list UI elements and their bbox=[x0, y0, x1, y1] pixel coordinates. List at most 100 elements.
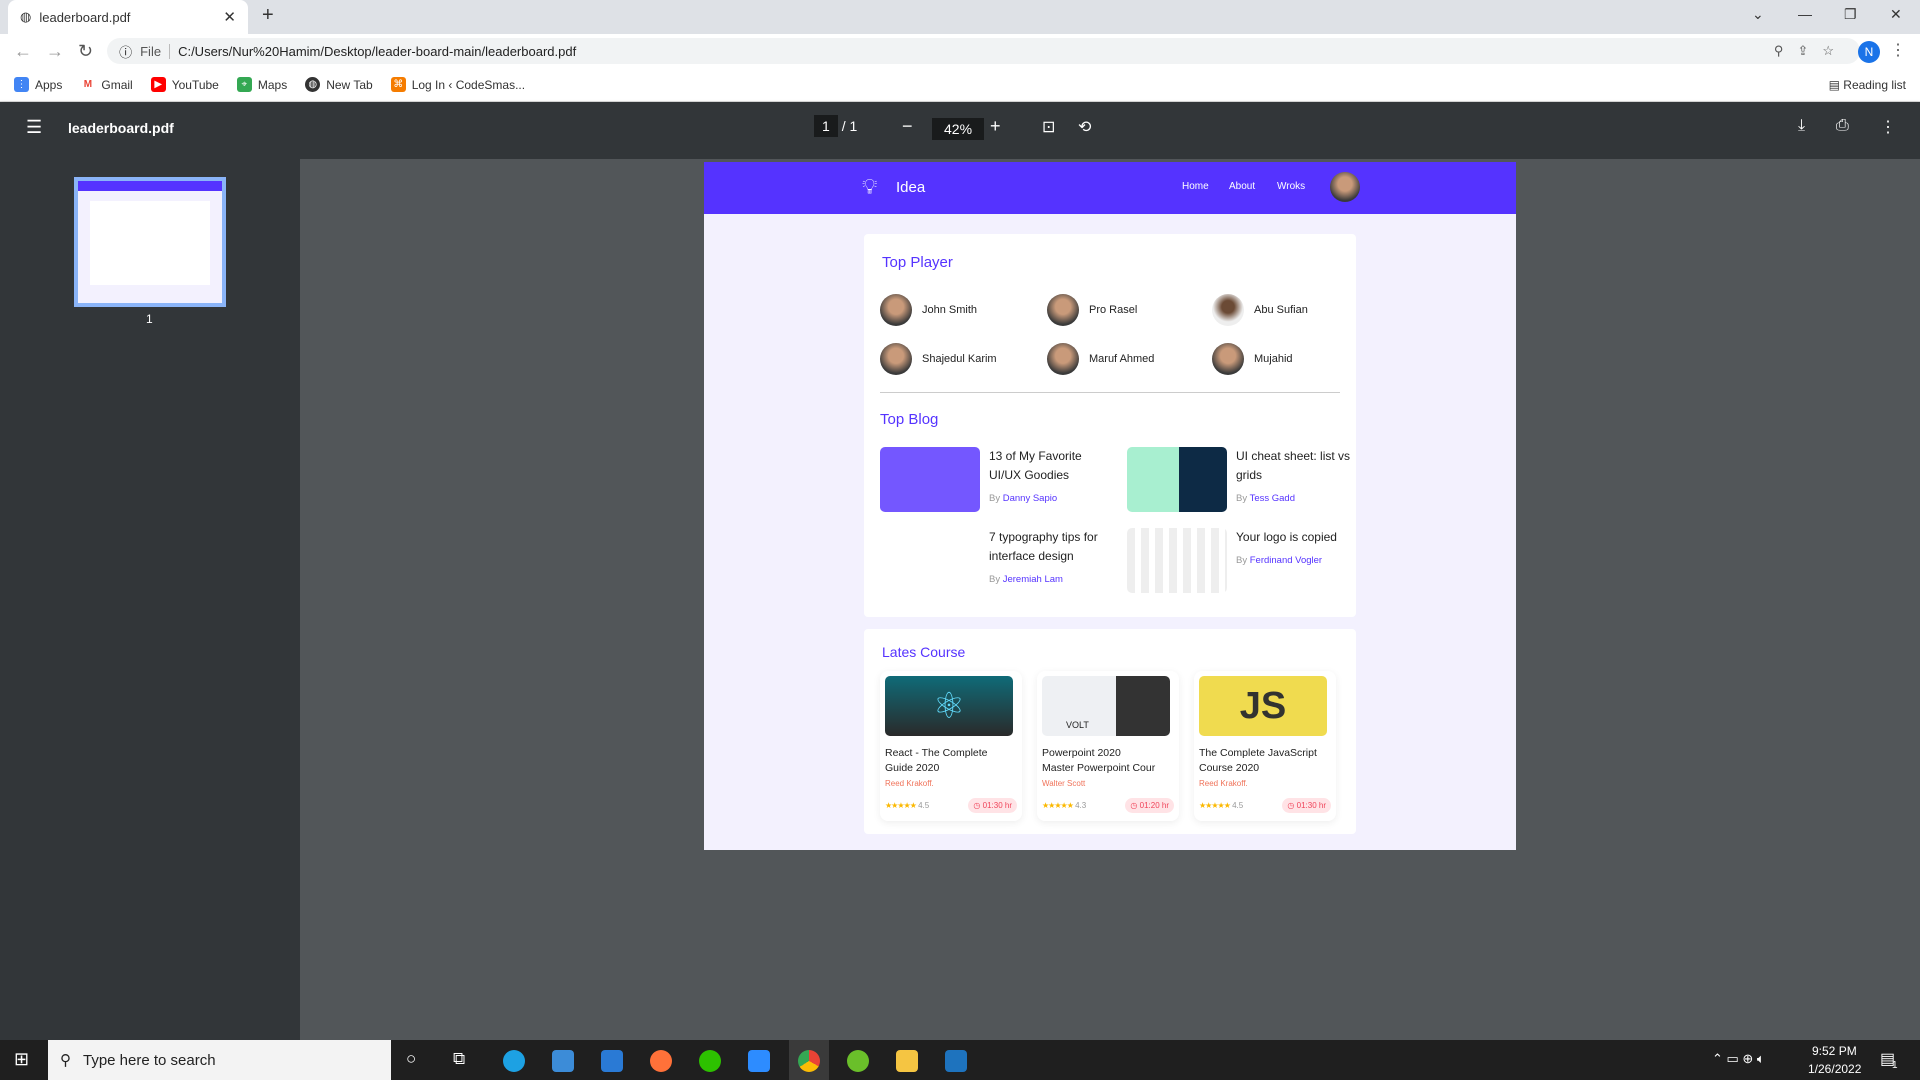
zoom-in-icon[interactable]: + bbox=[990, 116, 1001, 137]
browser-tab[interactable]: ◍ leaderboard.pdf ✕ bbox=[8, 0, 248, 34]
bookmark-maps[interactable]: ⌖ Maps bbox=[236, 77, 287, 92]
mail-icon[interactable] bbox=[601, 1050, 623, 1072]
player-avatar bbox=[1047, 343, 1079, 375]
blog-image bbox=[1127, 528, 1227, 593]
edge-icon[interactable] bbox=[503, 1050, 525, 1072]
course-card[interactable]: VOLT Powerpoint 2020 Master Powerpoint Cou… bbox=[1037, 671, 1179, 821]
taskbar-search[interactable]: ⚲ Type here to search bbox=[48, 1040, 391, 1080]
page-number-input[interactable]: 1 bbox=[814, 115, 838, 137]
star-rating: ★★★★★ bbox=[885, 801, 917, 810]
top-player-title: Top Player bbox=[882, 254, 953, 271]
print-icon[interactable]: ⎙ bbox=[1836, 117, 1849, 135]
rotate-icon[interactable]: ⟲ bbox=[1078, 117, 1091, 137]
fit-page-icon[interactable]: ⊡ bbox=[1042, 117, 1055, 137]
player-item[interactable]: Mujahid bbox=[1212, 343, 1293, 375]
player-item[interactable]: John Smith bbox=[880, 294, 977, 326]
search-icon: ⚲ bbox=[60, 1052, 71, 1069]
minimize-button[interactable]: — bbox=[1798, 6, 1812, 22]
duration-badge: ◷ 01:30 hr bbox=[1282, 798, 1331, 813]
utorrent-icon[interactable] bbox=[847, 1050, 869, 1072]
firefox-icon[interactable] bbox=[650, 1050, 672, 1072]
reading-list-button[interactable]: ▤ Reading list bbox=[1829, 78, 1906, 92]
pdf-page: 💡︎ Idea Home About Wroks Top Player John… bbox=[704, 162, 1516, 850]
globe-icon: ◍ bbox=[20, 9, 32, 24]
close-tab-icon[interactable]: ✕ bbox=[223, 8, 236, 26]
download-icon[interactable]: ⤓ bbox=[1798, 117, 1805, 135]
blog-item[interactable]: Your logo is copied By Ferdinand Vogler bbox=[1127, 528, 1354, 593]
star-rating: ★★★★★ bbox=[1199, 801, 1231, 810]
course-card[interactable]: ⚛ React - The Complete Guide 2020 Reed Krak… bbox=[880, 671, 1022, 821]
address-bar-row: ← → ↻ ⓘ File C:/Users/Nur%20Hamim/Desktop/… bbox=[0, 34, 1920, 68]
clock-time[interactable]: 9:52 PM bbox=[1812, 1044, 1857, 1058]
more-options-icon[interactable]: ⋮ bbox=[1880, 117, 1896, 137]
menu-icon[interactable]: ⋮ bbox=[1890, 40, 1906, 60]
store-icon[interactable] bbox=[552, 1050, 574, 1072]
nav-home[interactable]: Home bbox=[1182, 181, 1209, 192]
clock-icon: ◷ bbox=[973, 801, 981, 810]
tab-strip: ◍ leaderboard.pdf ✕ + ⌄ — ❐ ✕ bbox=[0, 0, 1920, 34]
thumbnail-label: 1 bbox=[146, 312, 153, 326]
forward-icon[interactable]: → bbox=[46, 41, 64, 62]
tab-title: leaderboard.pdf bbox=[39, 9, 131, 25]
bookmark-new-tab[interactable]: ◍ New Tab bbox=[305, 77, 373, 92]
page-thumbnail[interactable] bbox=[74, 177, 226, 307]
windows-start-icon[interactable]: ⊞ bbox=[14, 1049, 29, 1070]
new-tab-button[interactable]: + bbox=[262, 4, 274, 27]
wechat-icon[interactable] bbox=[699, 1050, 721, 1072]
url-input[interactable]: ⓘ File C:/Users/Nur%20Hamim/Desktop/leader… bbox=[107, 38, 1860, 64]
restore-button[interactable]: ❐ bbox=[1844, 6, 1857, 23]
blog-item[interactable]: 7 typography tips for interface design By… bbox=[880, 528, 1107, 593]
player-item[interactable]: Abu Sufian bbox=[1212, 294, 1308, 326]
blog-image bbox=[1127, 447, 1227, 512]
task-view-icon[interactable]: ⧉ bbox=[453, 1049, 465, 1069]
photos-icon[interactable] bbox=[945, 1050, 967, 1072]
chrome-icon[interactable] bbox=[798, 1050, 820, 1072]
latest-course-title: Lates Course bbox=[882, 644, 966, 660]
nav-about[interactable]: About bbox=[1229, 181, 1255, 192]
user-avatar[interactable] bbox=[1330, 172, 1360, 202]
clock-date[interactable]: 1/26/2022 bbox=[1808, 1062, 1861, 1076]
taskbar: ⊞ ⚲ Type here to search ○ ⧉ ⌃ ▭ ⊕ 🔈︎ 9:52… bbox=[0, 1040, 1920, 1080]
cortana-icon[interactable]: ○ bbox=[406, 1049, 416, 1069]
file-explorer-icon[interactable] bbox=[896, 1050, 918, 1072]
player-avatar bbox=[880, 343, 912, 375]
player-item[interactable]: Maruf Ahmed bbox=[1047, 343, 1154, 375]
site-header: 💡︎ Idea Home About Wroks bbox=[704, 162, 1516, 214]
blog-item[interactable]: UI cheat sheet: list vs grids By Tess Gad… bbox=[1127, 447, 1354, 512]
player-item[interactable]: Shajedul Karim bbox=[880, 343, 997, 375]
divider bbox=[880, 392, 1340, 393]
bookmarks-bar: ⋮ Apps M Gmail ▶ YouTube ⌖ Maps ◍ New Tab ⌘ Lo… bbox=[0, 68, 1920, 102]
logo-text: Idea bbox=[896, 179, 926, 196]
bookmark-codesmas[interactable]: ⌘ Log In ‹ CodeSmas... bbox=[390, 77, 525, 92]
pdf-filename: leaderboard.pdf bbox=[68, 120, 174, 136]
nav-works[interactable]: Wroks bbox=[1277, 181, 1305, 192]
player-avatar bbox=[1212, 294, 1244, 326]
player-item[interactable]: Pro Rasel bbox=[1047, 294, 1137, 326]
course-image: ⚛ bbox=[885, 676, 1013, 736]
reload-icon[interactable]: ↻ bbox=[78, 41, 93, 62]
course-card[interactable]: JS The Complete JavaScript Course 2020 Reed… bbox=[1194, 671, 1336, 821]
pdf-toolbar: ☰ leaderboard.pdf 1 / 1 − 42% + ⊡ ⟲ ⤓ ⎙ … bbox=[0, 102, 1920, 159]
tray-icons[interactable]: ⌃ ▭ ⊕ 🔈︎ bbox=[1712, 1051, 1765, 1067]
clock-icon: ◷ bbox=[1130, 801, 1138, 810]
zoom-level-input[interactable]: 42% bbox=[932, 118, 985, 140]
bookmark-youtube[interactable]: ▶ YouTube bbox=[150, 77, 219, 92]
bookmark-apps[interactable]: ⋮ Apps bbox=[14, 77, 62, 92]
zoom-out-icon[interactable]: − bbox=[902, 116, 913, 137]
tab-search-icon[interactable]: ⌄ bbox=[1752, 6, 1764, 23]
clock-icon: ◷ bbox=[1287, 801, 1295, 810]
duration-badge: ◷ 01:20 hr bbox=[1125, 798, 1174, 813]
zoom-share-star-icons[interactable]: ⚲⇪☆ bbox=[1774, 43, 1848, 59]
bookmark-gmail[interactable]: M Gmail bbox=[80, 77, 133, 92]
star-rating: ★★★★★ bbox=[1042, 801, 1074, 810]
url-text: C:/Users/Nur%20Hamim/Desktop/leader-boar… bbox=[178, 43, 577, 59]
url-scheme: File bbox=[140, 43, 171, 59]
blog-item[interactable]: 13 of My Favorite UI/UX Goodies By Danny … bbox=[880, 447, 1107, 512]
hamburger-menu-icon[interactable]: ☰ bbox=[26, 117, 42, 138]
profile-avatar[interactable]: N bbox=[1858, 41, 1880, 63]
blog-image bbox=[880, 528, 980, 593]
course-image: JS bbox=[1199, 676, 1327, 736]
zoom-icon[interactable] bbox=[748, 1050, 770, 1072]
close-window-button[interactable]: ✕ bbox=[1890, 6, 1902, 23]
back-icon[interactable]: ← bbox=[14, 41, 32, 62]
